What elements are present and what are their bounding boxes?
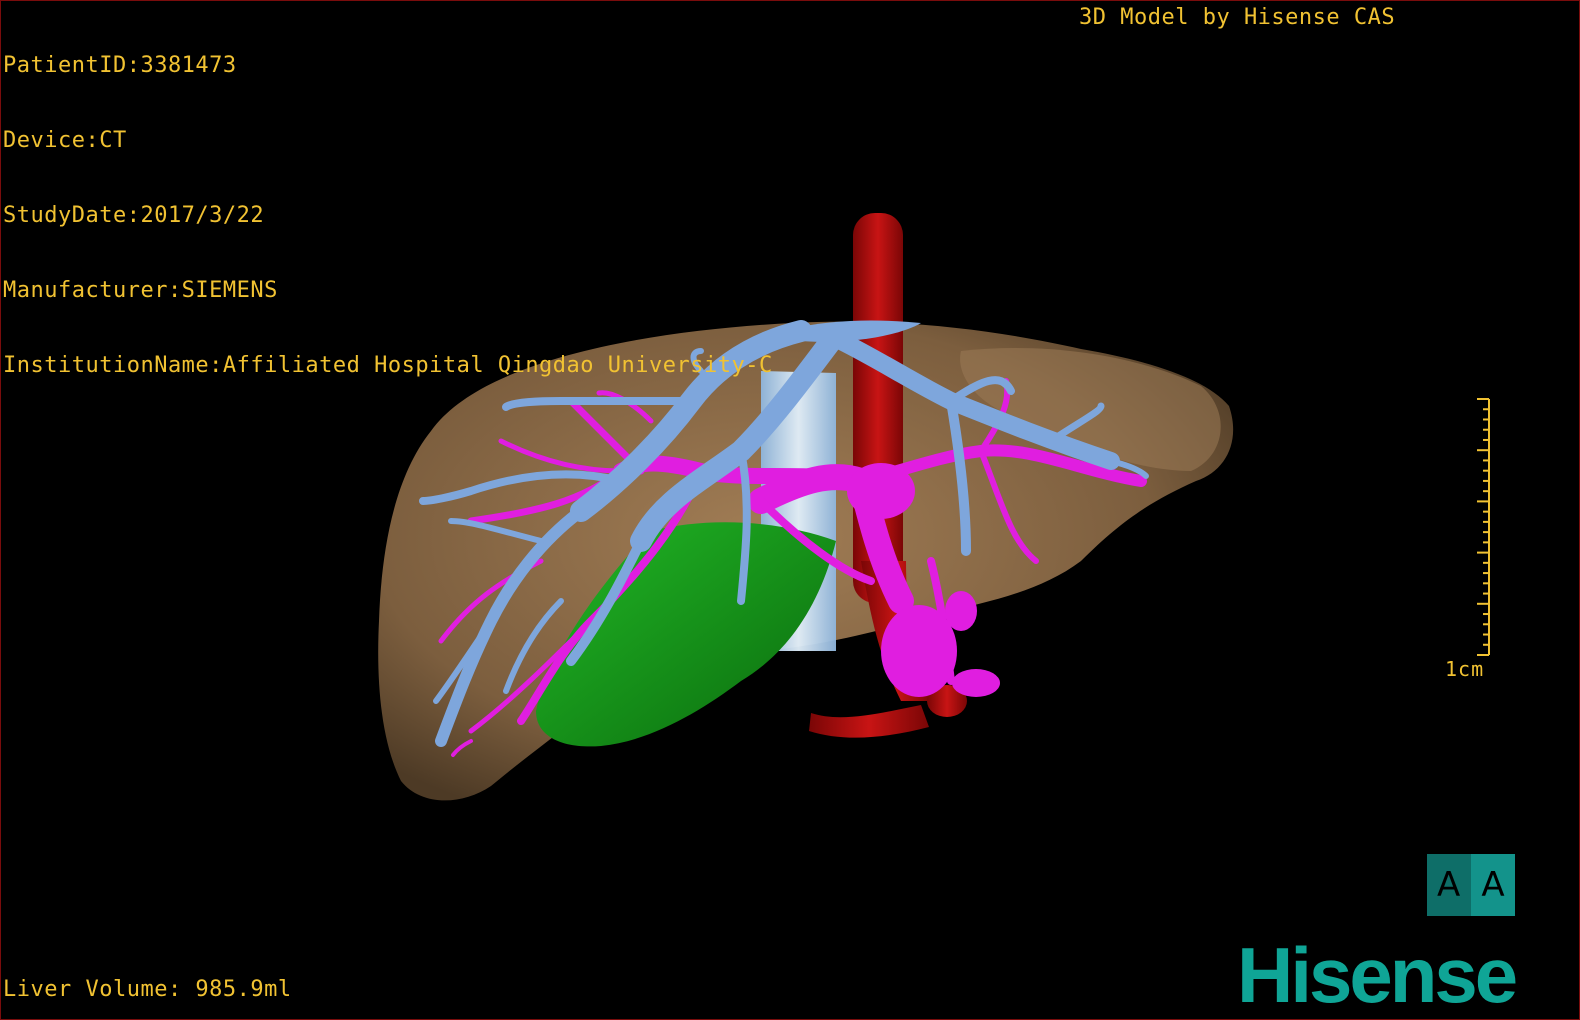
orientation-face-right[interactable]: A xyxy=(1471,854,1515,916)
hisense-logo: Hisense xyxy=(1237,931,1518,1019)
orientation-cube[interactable]: A A xyxy=(1427,854,1515,916)
orientation-right-letter: A xyxy=(1481,865,1505,905)
study-date: StudyDate:2017/3/22 xyxy=(3,203,265,228)
orientation-face-left[interactable]: A xyxy=(1427,854,1471,916)
device: Device:CT xyxy=(3,128,127,153)
scale-label: 1cm xyxy=(1445,657,1485,681)
liver-volume: Liver Volume: 985.9ml xyxy=(3,977,292,1002)
patient-id: PatientID:3381473 xyxy=(3,53,237,78)
scale-ruler xyxy=(1477,398,1490,656)
model-brand-caption: 3D Model by Hisense CAS xyxy=(1079,5,1396,30)
institution-name: InstitutionName:Affiliated Hospital Qing… xyxy=(3,353,773,378)
3d-viewport[interactable]: PatientID:3381473 Device:CT StudyDate:20… xyxy=(0,0,1580,1020)
dicom-metadata: PatientID:3381473 Device:CT StudyDate:20… xyxy=(3,3,773,428)
orientation-left-letter: A xyxy=(1437,865,1461,905)
manufacturer: Manufacturer:SIEMENS xyxy=(3,278,278,303)
